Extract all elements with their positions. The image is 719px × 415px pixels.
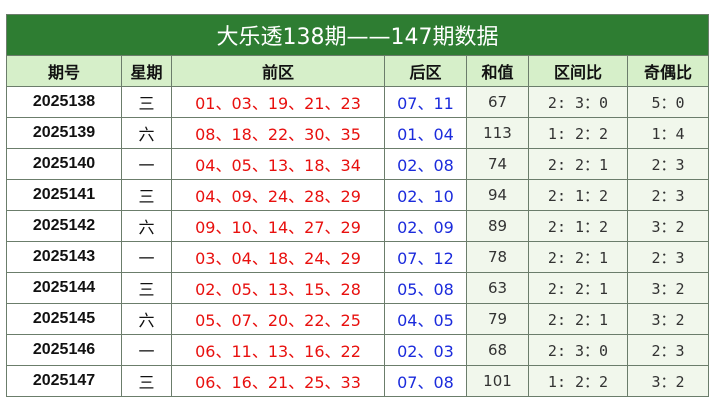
- table-row: 2025142 六 09、10、14、27、29 02、09 89 2: 1：2…: [6, 210, 710, 242]
- issue-cell: 2025141: [6, 179, 122, 211]
- table-title: 大乐透138期——147期数据: [5, 14, 710, 56]
- zone-ratio-cell: 2: 3：0: [528, 334, 628, 366]
- zone-ratio-cell: 2: 3：0: [528, 86, 628, 118]
- zone-ratio-cell: 2: 1：2: [528, 179, 628, 211]
- odd-even-cell: 2：3: [626, 241, 710, 273]
- issue-cell: 2025145: [6, 303, 122, 335]
- odd-even-cell: 1：4: [626, 117, 710, 149]
- odd-even-cell: 3：2: [626, 210, 710, 242]
- zone-ratio-cell: 2: 2：1: [528, 272, 628, 304]
- weekday-cell: 六: [121, 303, 172, 335]
- weekday-cell: 三: [121, 272, 172, 304]
- issue-cell: 2025140: [6, 148, 122, 180]
- front-numbers-cell: 04、09、24、28、29: [171, 179, 385, 211]
- zone-ratio-cell: 1: 2：2: [528, 365, 628, 397]
- sum-cell: 63: [466, 272, 529, 304]
- header-zone-ratio: 区间比: [528, 55, 628, 87]
- front-numbers-cell: 08、18、22、30、35: [171, 117, 385, 149]
- table-row: 2025141 三 04、09、24、28、29 02、10 94 2: 1：2…: [6, 179, 710, 211]
- front-numbers-cell: 06、16、21、25、33: [171, 365, 385, 397]
- lottery-data-table: 大乐透138期——147期数据 期号 星期 前区 后区 和值 区间比 奇偶比 2…: [5, 14, 710, 397]
- back-numbers-cell: 07、12: [384, 241, 467, 273]
- back-numbers-cell: 07、11: [384, 86, 467, 118]
- back-numbers-cell: 07、08: [384, 365, 467, 397]
- front-numbers-cell: 02、05、13、15、28: [171, 272, 385, 304]
- issue-cell: 2025143: [6, 241, 122, 273]
- sum-cell: 78: [466, 241, 529, 273]
- odd-even-cell: 3：2: [626, 272, 710, 304]
- sum-cell: 67: [466, 86, 529, 118]
- weekday-cell: 三: [121, 86, 172, 118]
- sum-cell: 94: [466, 179, 529, 211]
- sum-cell: 101: [466, 365, 529, 397]
- sum-cell: 68: [466, 334, 529, 366]
- weekday-cell: 一: [121, 241, 172, 273]
- odd-even-cell: 2：3: [626, 179, 710, 211]
- table-row: 2025147 三 06、16、21、25、33 07、08 101 1: 2：…: [6, 365, 710, 397]
- issue-cell: 2025144: [6, 272, 122, 304]
- issue-cell: 2025138: [6, 86, 122, 118]
- odd-even-cell: 2：3: [626, 334, 710, 366]
- table-row: 2025146 一 06、11、13、16、22 02、03 68 2: 3：0…: [6, 334, 710, 366]
- zone-ratio-cell: 2: 1：2: [528, 210, 628, 242]
- weekday-cell: 三: [121, 365, 172, 397]
- front-numbers-cell: 09、10、14、27、29: [171, 210, 385, 242]
- table-row: 2025140 一 04、05、13、18、34 02、08 74 2: 2：1…: [6, 148, 710, 180]
- header-front: 前区: [171, 55, 385, 87]
- issue-cell: 2025142: [6, 210, 122, 242]
- back-numbers-cell: 04、05: [384, 303, 467, 335]
- back-numbers-cell: 02、10: [384, 179, 467, 211]
- lottery-table-container: 大乐透138期——147期数据 期号 星期 前区 后区 和值 区间比 奇偶比 2…: [5, 14, 710, 397]
- weekday-cell: 一: [121, 334, 172, 366]
- front-numbers-cell: 03、04、18、24、29: [171, 241, 385, 273]
- sum-cell: 79: [466, 303, 529, 335]
- table-row: 2025145 六 05、07、20、22、25 04、05 79 2: 2：1…: [6, 303, 710, 335]
- back-numbers-cell: 02、08: [384, 148, 467, 180]
- front-numbers-cell: 01、03、19、21、23: [171, 86, 385, 118]
- weekday-cell: 三: [121, 179, 172, 211]
- front-numbers-cell: 06、11、13、16、22: [171, 334, 385, 366]
- sum-cell: 89: [466, 210, 529, 242]
- table-row: 2025138 三 01、03、19、21、23 07、11 67 2: 3：0…: [6, 86, 710, 118]
- header-issue: 期号: [6, 55, 122, 87]
- odd-even-cell: 3：2: [626, 303, 710, 335]
- zone-ratio-cell: 1: 2：2: [528, 117, 628, 149]
- header-back: 后区: [384, 55, 467, 87]
- odd-even-cell: 3：2: [626, 365, 710, 397]
- table-row: 2025143 一 03、04、18、24、29 07、12 78 2: 2：1…: [6, 241, 710, 273]
- zone-ratio-cell: 2: 2：1: [528, 241, 628, 273]
- table-row: 2025139 六 08、18、22、30、35 01、04 113 1: 2：…: [6, 117, 710, 149]
- weekday-cell: 六: [121, 210, 172, 242]
- odd-even-cell: 5：0: [626, 86, 710, 118]
- sum-cell: 113: [466, 117, 529, 149]
- front-numbers-cell: 05、07、20、22、25: [171, 303, 385, 335]
- header-weekday: 星期: [121, 55, 172, 87]
- back-numbers-cell: 05、08: [384, 272, 467, 304]
- front-numbers-cell: 04、05、13、18、34: [171, 148, 385, 180]
- header-odd-even: 奇偶比: [626, 55, 710, 87]
- weekday-cell: 一: [121, 148, 172, 180]
- zone-ratio-cell: 2: 2：1: [528, 148, 628, 180]
- issue-cell: 2025147: [6, 365, 122, 397]
- issue-cell: 2025139: [6, 117, 122, 149]
- sum-cell: 74: [466, 148, 529, 180]
- header-row: 期号 星期 前区 后区 和值 区间比 奇偶比: [6, 55, 710, 87]
- table-row: 2025144 三 02、05、13、15、28 05、08 63 2: 2：1…: [6, 272, 710, 304]
- header-sum: 和值: [466, 55, 529, 87]
- weekday-cell: 六: [121, 117, 172, 149]
- back-numbers-cell: 02、09: [384, 210, 467, 242]
- odd-even-cell: 2：3: [626, 148, 710, 180]
- zone-ratio-cell: 2: 2：1: [528, 303, 628, 335]
- issue-cell: 2025146: [6, 334, 122, 366]
- back-numbers-cell: 02、03: [384, 334, 467, 366]
- back-numbers-cell: 01、04: [384, 117, 467, 149]
